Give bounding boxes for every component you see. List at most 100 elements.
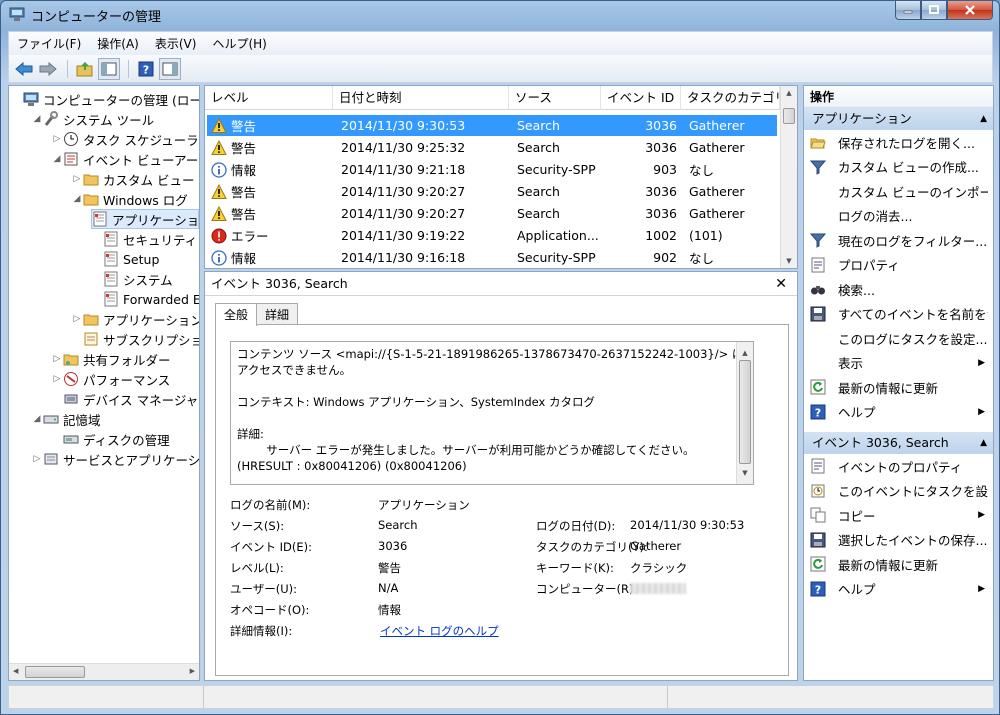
action-item[interactable]: ログの消去...: [804, 204, 993, 229]
tree-item[interactable]: ▷ パフォーマンス: [51, 369, 170, 389]
action-item[interactable]: ? ヘルプ ▶: [804, 577, 993, 602]
action-label: 選択したイベントの保存...: [838, 533, 988, 549]
action-label: このログにタスクを設定...: [838, 331, 988, 347]
menu-file[interactable]: ファイル(F): [9, 35, 89, 52]
minimize-button[interactable]: [895, 1, 921, 20]
back-button[interactable]: [13, 58, 35, 80]
scroll-thumb[interactable]: [739, 360, 751, 464]
tree-item[interactable]: ▷ タスク スケジューラ: [51, 129, 199, 149]
event-row[interactable]: エラー 2014/11/30 9:19:22 Application... 10…: [207, 225, 777, 246]
action-item[interactable]: このログにタスクを設定...: [804, 326, 993, 351]
action-item[interactable]: 選択したイベントの保存...: [804, 528, 993, 553]
column-level[interactable]: レベル: [205, 86, 333, 110]
tree-horizontal-scrollbar[interactable]: ◀ ▶: [9, 663, 199, 680]
maximize-button[interactable]: [921, 1, 947, 20]
action-item[interactable]: ? ヘルプ ▶: [804, 400, 993, 425]
action-item[interactable]: 最新の情報に更新: [804, 375, 993, 400]
help-button[interactable]: ?: [135, 58, 157, 80]
event-row[interactable]: 警告 2014/11/30 9:30:53 Search 3036 Gather…: [207, 115, 777, 136]
tab-general[interactable]: 全般: [215, 303, 258, 326]
event-row[interactable]: 警告 2014/11/30 9:25:32 Search 3036 Gather…: [207, 137, 777, 158]
action-item[interactable]: 検索...: [804, 277, 993, 302]
column-datetime[interactable]: 日付と時刻: [333, 86, 509, 110]
tree-item[interactable]: ◢ 記憶域: [31, 409, 101, 429]
tree-item[interactable]: サブスクリプション: [71, 329, 199, 349]
close-detail-icon[interactable]: ✕: [775, 272, 787, 296]
tree-item-label: 記憶域: [63, 412, 101, 428]
expand-arrow-icon[interactable]: ▷: [51, 354, 63, 364]
event-row[interactable]: 情報 2014/11/30 9:21:18 Security-SPP 903 な…: [207, 159, 777, 180]
show-hide-action-pane-button[interactable]: [159, 57, 181, 80]
event-list-header: レベル 日付と時刻 ソース イベント ID タスクのカテゴリ: [205, 86, 797, 110]
column-task-category[interactable]: タスクのカテゴリ: [681, 86, 780, 110]
expand-arrow-icon[interactable]: ▷: [51, 134, 63, 144]
event-row[interactable]: 警告 2014/11/30 9:20:27 Search 3036 Gather…: [207, 203, 777, 224]
action-item[interactable]: プロパティ: [804, 253, 993, 278]
action-item[interactable]: このイベントにタスクを設定...: [804, 479, 993, 504]
binoculars-icon: [811, 286, 825, 295]
actions-header: 操作: [804, 86, 993, 108]
tree-item[interactable]: デバイス マネージャー: [51, 389, 199, 409]
scroll-thumb[interactable]: [783, 108, 795, 124]
up-folder-button[interactable]: [74, 58, 96, 80]
column-event-id[interactable]: イベント ID: [601, 86, 681, 110]
expand-arrow-icon[interactable]: ◢: [71, 194, 83, 204]
show-hide-tree-button[interactable]: [98, 57, 120, 80]
event-row[interactable]: 情報 2014/11/30 9:16:18 Security-SPP 902 な…: [207, 247, 777, 268]
expand-arrow-icon[interactable]: ▷: [71, 314, 83, 324]
tree-item[interactable]: ディスクの管理: [51, 429, 170, 449]
action-item[interactable]: 現在のログをフィルター...: [804, 228, 993, 253]
action-item[interactable]: 表示 ▶: [804, 351, 993, 376]
expand-arrow-icon[interactable]: ▷: [31, 454, 43, 464]
action-item[interactable]: イベントのプロパティ: [804, 454, 993, 479]
action-item[interactable]: すべてのイベントを名前をつけて保存...: [804, 302, 993, 327]
action-item[interactable]: コピー ▶: [804, 503, 993, 528]
action-item[interactable]: 最新の情報に更新: [804, 552, 993, 577]
collapse-icon[interactable]: ▲: [980, 432, 987, 454]
tab-details[interactable]: 詳細: [256, 303, 299, 325]
tree-item[interactable]: ◢ Windows ログ: [71, 189, 188, 209]
tree-item[interactable]: セキュリティ: [91, 229, 197, 249]
message-scrollbar[interactable]: ▲ ▼: [736, 342, 753, 484]
field-label: ソース(S):: [230, 519, 285, 533]
column-source[interactable]: ソース: [509, 86, 601, 110]
forward-button[interactable]: [37, 58, 59, 80]
tree-item[interactable]: ▷ サービスとアプリケーション: [31, 449, 199, 469]
tree-item[interactable]: ▷ カスタム ビュー: [71, 169, 195, 189]
menu-help[interactable]: ヘルプ(H): [204, 35, 274, 52]
action-label: カスタム ビューの作成...: [838, 160, 979, 176]
expand-arrow-icon[interactable]: ◢: [31, 414, 43, 424]
expand-arrow-icon[interactable]: ▷: [51, 374, 63, 384]
actions-section-application[interactable]: アプリケーション ▲: [804, 108, 993, 130]
event-list-scrollbar[interactable]: ▲ ▼: [780, 86, 797, 268]
tree-item[interactable]: Setup: [91, 249, 159, 269]
tree-item[interactable]: ▷ 共有フォルダー: [51, 349, 171, 369]
actions-section-event[interactable]: イベント 3036, Search ▲: [804, 432, 993, 454]
tree-item[interactable]: システム: [91, 269, 173, 289]
services-icon: [44, 453, 58, 465]
open-folder-icon: [810, 138, 826, 149]
action-item[interactable]: 保存されたログを開く...: [804, 130, 993, 155]
tree-item[interactable]: ▷ アプリケーションとサービス: [71, 309, 199, 329]
tree-item[interactable]: コンピューターの管理 (ローカル): [11, 89, 199, 109]
action-item[interactable]: カスタム ビューの作成...: [804, 155, 993, 180]
console-tree-icon: [101, 62, 117, 75]
menu-view[interactable]: 表示(V): [147, 35, 205, 52]
action-item[interactable]: カスタム ビューのインポート...: [804, 179, 993, 204]
expand-arrow-icon[interactable]: ▷: [71, 174, 83, 184]
event-row[interactable]: 警告 2014/11/30 9:20:27 Search 3036 Gather…: [207, 181, 777, 202]
detail-tabs: 全般 詳細: [215, 303, 299, 326]
tree-item[interactable]: ◢ システム ツール: [31, 109, 154, 129]
tree-item[interactable]: アプリケーション: [91, 209, 199, 229]
tree-item-label: Setup: [123, 251, 160, 267]
minimize-icon: [903, 10, 913, 14]
event-log-help-link[interactable]: イベント ログのヘルプ: [380, 623, 499, 639]
event-message[interactable]: コンテンツ ソース <mapi://{S-1-5-21-1891986265-1…: [230, 341, 754, 485]
collapse-icon[interactable]: ▲: [980, 108, 987, 130]
tree-item[interactable]: ◢ イベント ビューアー: [51, 149, 198, 169]
menu-action[interactable]: 操作(A): [89, 35, 147, 52]
tree-item[interactable]: Forwarded Events: [91, 289, 199, 309]
close-button[interactable]: [947, 1, 993, 20]
expand-arrow-icon[interactable]: ◢: [51, 154, 63, 164]
expand-arrow-icon[interactable]: ◢: [31, 114, 43, 124]
